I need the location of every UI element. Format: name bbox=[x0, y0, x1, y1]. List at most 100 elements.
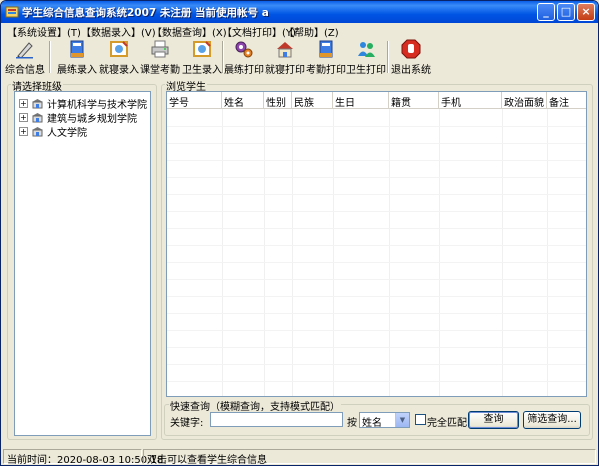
toolbar-hygiene-entry[interactable]: 卫生录入 bbox=[182, 39, 222, 76]
column-header[interactable]: 备注 bbox=[547, 92, 586, 109]
menu-help[interactable]: 【帮助】(Z) bbox=[284, 24, 339, 39]
toolbar-separator bbox=[387, 41, 389, 73]
grid-line bbox=[167, 126, 586, 127]
school-icon bbox=[32, 113, 43, 123]
column-header[interactable]: 手机 bbox=[439, 92, 502, 109]
column-header[interactable]: 性别 bbox=[264, 92, 292, 109]
toolbar-hygiene-print[interactable]: 卫生打印 bbox=[346, 39, 386, 76]
close-button[interactable]: × bbox=[577, 3, 595, 21]
exact-match-label[interactable]: 完全匹配 bbox=[427, 414, 467, 429]
minimize-button[interactable]: _ bbox=[537, 3, 555, 21]
toolbar-label: 就寝打印 bbox=[265, 65, 305, 76]
picture-icon bbox=[193, 41, 211, 57]
tree-node-architecture[interactable]: + 建筑与城乡规划学院 bbox=[19, 110, 137, 125]
filter-query-button[interactable]: 筛选查询... bbox=[523, 411, 581, 429]
by-label: 按 bbox=[347, 418, 357, 429]
grid-header: 学号 姓名 性别 民族 生日 籍贯 手机 政治面貌 备注 bbox=[167, 92, 586, 109]
toolbar-bedtime-entry[interactable]: 就寝录入 bbox=[99, 39, 139, 76]
column-header[interactable]: 生日 bbox=[333, 92, 389, 109]
grid-line bbox=[167, 177, 586, 178]
gears-icon bbox=[235, 41, 253, 58]
stop-hand-icon bbox=[401, 39, 421, 59]
column-header[interactable]: 民族 bbox=[292, 92, 333, 109]
main-window: 学生综合信息查询系统2007 未注册 当前使用帐号 a _ □ × 【系统设置】… bbox=[0, 0, 599, 466]
toolbar-label: 晨练打印 bbox=[224, 65, 264, 76]
grid-line bbox=[167, 194, 586, 195]
toolbar-comprehensive-info[interactable]: 综合信息 bbox=[5, 39, 45, 76]
grid-line bbox=[167, 279, 586, 280]
grid-line bbox=[167, 313, 586, 314]
people-icon bbox=[358, 42, 375, 57]
quick-search-title: 快速查询（模糊查询，支持模式匹配） bbox=[169, 398, 341, 413]
toolbar-label: 课堂考勤 bbox=[140, 65, 180, 76]
house-icon bbox=[277, 42, 293, 58]
class-tree[interactable]: + 计算机科学与技术学院 + 建筑与城乡规划学院 + 人文学院 bbox=[14, 91, 151, 436]
toolbar-separator bbox=[49, 41, 51, 73]
toolbar-label: 考勤打印 bbox=[306, 65, 346, 76]
grid-line bbox=[167, 364, 586, 365]
toolbar-label: 卫生录入 bbox=[182, 65, 222, 76]
keyword-label: 关键字: bbox=[170, 418, 204, 429]
school-icon bbox=[32, 127, 43, 137]
grid-line bbox=[167, 245, 586, 246]
menu-system-settings[interactable]: 【系统设置】(T) bbox=[7, 24, 81, 39]
pen-icon bbox=[16, 42, 33, 59]
grid-line bbox=[167, 228, 586, 229]
menu-data-entry[interactable]: 【数据录入】(V) bbox=[81, 24, 156, 39]
title-bar[interactable]: 学生综合信息查询系统2007 未注册 当前使用帐号 a _ □ × bbox=[1, 1, 598, 23]
toolbar-class-attendance[interactable]: 课堂考勤 bbox=[140, 39, 180, 76]
grid-line bbox=[167, 262, 586, 263]
grid-line bbox=[167, 211, 586, 212]
students-grid[interactable]: 学号 姓名 性别 民族 生日 籍贯 手机 政治面貌 备注 bbox=[166, 91, 587, 397]
expand-icon[interactable]: + bbox=[19, 99, 28, 108]
status-bar: 当前时间：2020-08-03 10:50:18 双击可以查看学生综合信息 bbox=[1, 447, 598, 465]
column-header[interactable]: 学号 bbox=[167, 92, 222, 109]
grid-line bbox=[167, 347, 586, 348]
column-header[interactable]: 籍贯 bbox=[389, 92, 439, 109]
grid-line bbox=[264, 109, 265, 396]
tree-node-computer-science[interactable]: + 计算机科学与技术学院 bbox=[19, 96, 147, 111]
toolbar-bedtime-print[interactable]: 就寝打印 bbox=[265, 39, 305, 76]
school-icon bbox=[32, 99, 43, 109]
status-time: 当前时间：2020-08-03 10:50:18 bbox=[3, 449, 163, 465]
chevron-down-icon[interactable]: ▼ bbox=[395, 413, 409, 427]
toolbar-label: 就寝录入 bbox=[99, 65, 139, 76]
grid-line bbox=[389, 109, 390, 396]
grid-line bbox=[167, 143, 586, 144]
grid-line bbox=[439, 109, 440, 396]
picture-icon bbox=[110, 41, 128, 57]
status-hint: 双击可以查看学生综合信息 bbox=[143, 449, 596, 465]
maximize-button[interactable]: □ bbox=[557, 3, 575, 21]
toolbar-label: 卫生打印 bbox=[346, 65, 386, 76]
grid-line bbox=[167, 381, 586, 382]
field-select[interactable]: 姓名 ▼ bbox=[359, 412, 410, 429]
printer-icon bbox=[151, 40, 169, 58]
book-icon bbox=[319, 40, 333, 58]
query-button[interactable]: 查询 bbox=[468, 411, 519, 429]
toolbar-morning-exercise-entry[interactable]: 晨练录入 bbox=[57, 39, 97, 76]
menu-bar: 【系统设置】(T) 【数据录入】(V) 【数据查询】(X) 【文档打印】(Y) … bbox=[1, 23, 598, 39]
column-header[interactable]: 政治面貌 bbox=[502, 92, 547, 109]
keyword-input[interactable] bbox=[210, 412, 343, 427]
grid-line bbox=[547, 109, 548, 396]
column-header[interactable]: 姓名 bbox=[222, 92, 264, 109]
grid-line bbox=[167, 160, 586, 161]
field-select-value: 姓名 bbox=[362, 418, 382, 429]
toolbar: 综合信息 晨练录入 就寝录入 课堂考勤 卫生录入 晨练打印 就寝打印 考勤打印 … bbox=[1, 38, 598, 76]
tree-node-humanities[interactable]: + 人文学院 bbox=[19, 124, 87, 139]
book-icon bbox=[70, 40, 84, 58]
toolbar-label: 晨练录入 bbox=[57, 65, 97, 76]
expand-icon[interactable]: + bbox=[19, 113, 28, 122]
toolbar-label: 综合信息 bbox=[5, 65, 45, 76]
toolbar-exit-system[interactable]: 退出系统 bbox=[391, 39, 431, 76]
window-title: 学生综合信息查询系统2007 未注册 当前使用帐号 a bbox=[22, 7, 269, 19]
toolbar-label: 退出系统 bbox=[391, 65, 431, 76]
menu-data-query[interactable]: 【数据查询】(X) bbox=[152, 24, 227, 39]
grid-line bbox=[222, 109, 223, 396]
exact-match-checkbox[interactable] bbox=[415, 414, 426, 425]
expand-icon[interactable]: + bbox=[19, 127, 28, 136]
app-icon bbox=[5, 6, 19, 18]
grid-line bbox=[167, 330, 586, 331]
toolbar-attendance-print[interactable]: 考勤打印 bbox=[306, 39, 346, 76]
toolbar-morning-exercise-print[interactable]: 晨练打印 bbox=[224, 39, 264, 76]
